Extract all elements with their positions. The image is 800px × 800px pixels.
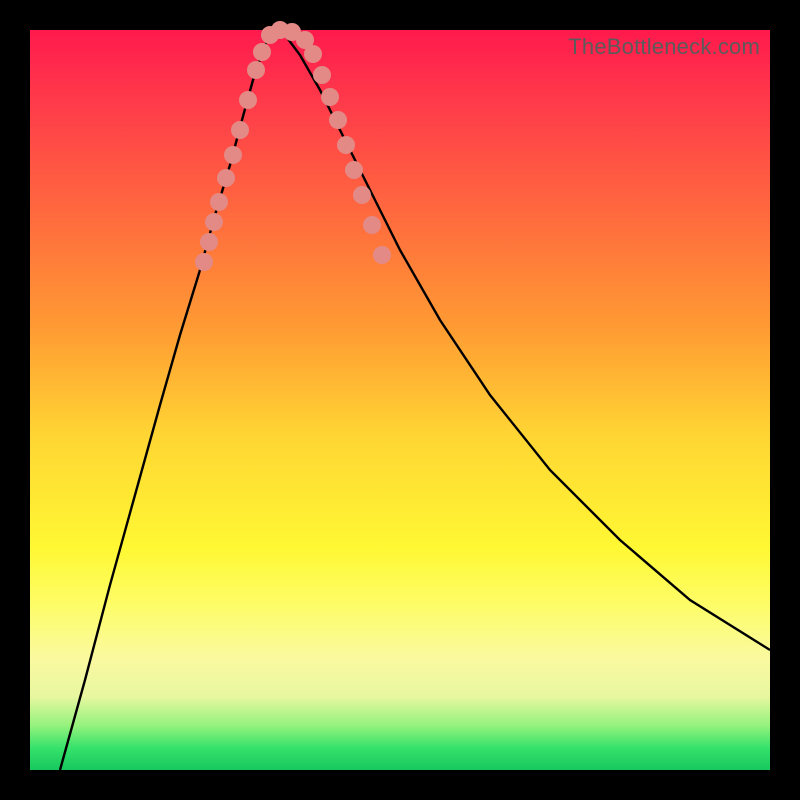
data-dot [345,161,363,179]
data-dot [224,146,242,164]
data-dot [217,169,235,187]
data-dot [231,121,249,139]
data-dot [247,61,265,79]
data-dot [304,45,322,63]
data-dot [321,88,339,106]
data-dot [337,136,355,154]
data-dot [195,253,213,271]
bottleneck-curve [60,30,770,770]
chart-svg [30,30,770,770]
data-dot [353,186,371,204]
chart-plot-area: TheBottleneck.com [30,30,770,770]
data-dot [373,246,391,264]
chart-frame: TheBottleneck.com [0,0,800,800]
data-dot [253,43,271,61]
data-dot [200,233,218,251]
data-dot [363,216,381,234]
data-dots [195,21,391,271]
data-dot [239,91,257,109]
data-dot [313,66,331,84]
data-dot [205,213,223,231]
data-dot [329,111,347,129]
data-dot [210,193,228,211]
